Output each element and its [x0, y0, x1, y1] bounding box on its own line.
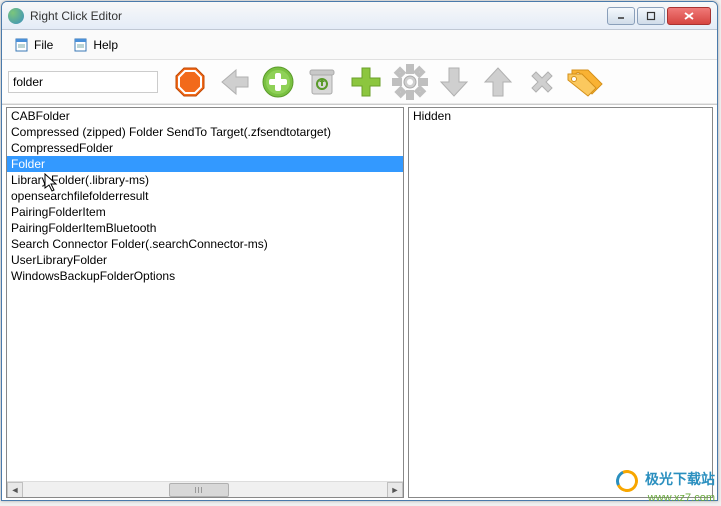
list-item[interactable]: opensearchfilefolderresult [7, 188, 403, 204]
help-icon [73, 37, 89, 53]
list-item[interactable]: CompressedFolder [7, 140, 403, 156]
close-button[interactable] [667, 7, 711, 25]
titlebar: Right Click Editor [2, 2, 717, 30]
window-title: Right Click Editor [30, 9, 607, 23]
list-item[interactable]: UserLibraryFolder [7, 252, 403, 268]
scroll-thumb[interactable] [169, 483, 229, 497]
search-input[interactable] [8, 71, 158, 93]
h-scrollbar[interactable]: ◄ ► [7, 481, 403, 497]
back-button[interactable] [214, 62, 254, 102]
app-window: Right Click Editor File Help [1, 1, 718, 501]
menu-help-label: Help [93, 38, 118, 52]
list-item[interactable]: CABFolder [7, 108, 403, 124]
left-list[interactable]: CABFolderCompressed (zipped) Folder Send… [7, 108, 403, 302]
list-item[interactable]: Library Folder(.library-ms) [7, 172, 403, 188]
menu-file[interactable]: File [8, 34, 59, 56]
down-button[interactable] [434, 62, 474, 102]
list-item[interactable]: Hidden [409, 108, 712, 124]
list-item[interactable]: Folder [7, 156, 403, 172]
menu-help[interactable]: Help [67, 34, 124, 56]
scroll-right-arrow[interactable]: ► [387, 482, 403, 498]
menu-file-label: File [34, 38, 53, 52]
left-panel: CABFolderCompressed (zipped) Folder Send… [6, 107, 404, 498]
maximize-button[interactable] [637, 7, 665, 25]
right-panel: Hidden [408, 107, 713, 498]
window-controls [607, 7, 711, 25]
file-icon [14, 37, 30, 53]
plus-button[interactable] [346, 62, 386, 102]
list-item[interactable]: WindowsBackupFolderOptions [7, 268, 403, 284]
right-list[interactable]: Hidden [409, 108, 712, 124]
list-item[interactable]: PairingFolderItemBluetooth [7, 220, 403, 236]
tag-button[interactable] [566, 62, 606, 102]
scroll-track[interactable] [23, 482, 387, 498]
list-item[interactable]: PairingFolderItem [7, 204, 403, 220]
app-icon [8, 8, 24, 24]
stop-button[interactable] [170, 62, 210, 102]
add-circle-button[interactable] [258, 62, 298, 102]
settings-button[interactable] [390, 62, 430, 102]
delete-button[interactable] [522, 62, 562, 102]
content-area: CABFolderCompressed (zipped) Folder Send… [2, 104, 717, 500]
scroll-left-arrow[interactable]: ◄ [7, 482, 23, 498]
menubar: File Help [2, 30, 717, 60]
list-item[interactable]: Compressed (zipped) Folder SendTo Target… [7, 124, 403, 140]
up-button[interactable] [478, 62, 518, 102]
toolbar [2, 60, 717, 104]
trash-button[interactable] [302, 62, 342, 102]
minimize-button[interactable] [607, 7, 635, 25]
list-item[interactable]: Search Connector Folder(.searchConnector… [7, 236, 403, 252]
